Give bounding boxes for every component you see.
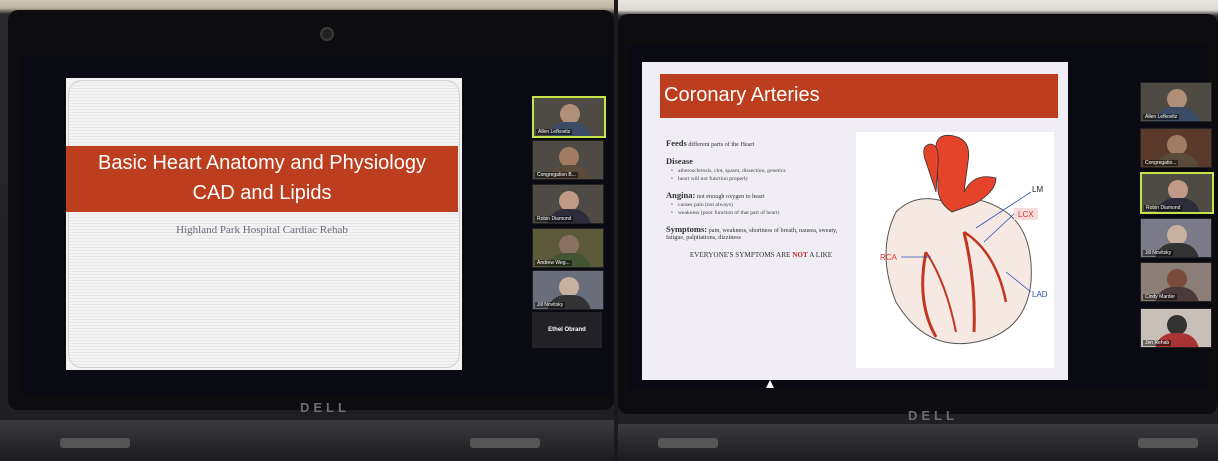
participant-tile[interactable]: Jen Rehab: [1140, 308, 1212, 348]
feeds-text: different parts of the Heart: [686, 141, 755, 148]
participant-name: Cindy Marder: [1143, 294, 1178, 300]
participant-tile[interactable]: Cindy Marder: [1140, 262, 1212, 302]
participant-tile[interactable]: Congregation B...: [532, 140, 604, 180]
slide-left: Basic Heart Anatomy and Physiology CAD a…: [66, 78, 462, 370]
slide-title-banner: Basic Heart Anatomy and Physiology CAD a…: [66, 146, 458, 212]
participant-name: Allen Lefkovitz: [536, 129, 573, 135]
mouse-cursor-icon: [766, 380, 774, 388]
disease-bullet: heart will not function properly: [671, 176, 856, 182]
participant-tile[interactable]: Robin Diamond: [1140, 172, 1214, 214]
participant-tile[interactable]: Jill Novitsky: [532, 270, 604, 310]
slide-text-column: Feeds different parts of the Heart Disea…: [666, 138, 856, 259]
angina-text: not enough oxygen to heart: [695, 193, 765, 200]
laptop-screen: Basic Heart Anatomy and Physiology CAD a…: [22, 56, 612, 394]
participant-tile[interactable]: Allen Lefkovitz: [532, 96, 606, 138]
participant-name: Allen Lefkovitz: [1143, 114, 1180, 120]
participant-tile[interactable]: Robin Diamond: [532, 184, 604, 224]
participant-name: Congregation B...: [535, 172, 578, 178]
heart-illustration: LM LCX RCA LAD: [856, 132, 1054, 368]
angina-bullet: weakness (poor function of that part of …: [671, 210, 856, 216]
participant-name: Jill Novitsky: [1143, 250, 1174, 256]
photo-right: Coronary Arteries Feeds different parts …: [618, 0, 1218, 461]
disease-bullet: atherosclerosis, clot, spasm, dissection…: [671, 168, 856, 174]
angina-bullet: causes pain (not always): [671, 202, 856, 208]
participant-name: Jen Rehab: [1143, 340, 1172, 346]
participant-name: Congregatio...: [1143, 160, 1179, 166]
dell-logo: DELL: [300, 400, 350, 415]
participant-tile[interactable]: Andrew Weg...: [532, 228, 604, 268]
slide-subtitle: Highland Park Hospital Cardiac Rehab: [176, 224, 348, 236]
slide-title: Coronary Arteries: [664, 84, 820, 106]
symptoms-heading: Symptoms:: [666, 224, 708, 234]
slide-right: Coronary Arteries Feeds different parts …: [642, 62, 1068, 380]
label-rca: RCA: [880, 253, 898, 262]
slide-title-line1: Basic Heart Anatomy and Physiology: [98, 152, 426, 174]
photo-left: Basic Heart Anatomy and Physiology CAD a…: [0, 0, 614, 461]
slide-title-banner: Coronary Arteries: [660, 74, 1058, 118]
disease-heading: Disease: [666, 156, 693, 166]
angina-heading: Angina:: [666, 190, 696, 200]
webcam: [320, 27, 334, 41]
participant-tile[interactable]: Jill Novitsky: [1140, 218, 1212, 258]
participant-name: Jill Novitsky: [535, 302, 566, 308]
participant-name: Robin Diamond: [535, 216, 574, 222]
participant-tile-no-video[interactable]: Ethel Obrand: [532, 312, 602, 348]
dell-logo: DELL: [908, 408, 958, 423]
everyone-note: EVERYONE'S SYMPTOMS ARE NOT A LIKE: [689, 251, 833, 259]
participant-name: Ethel Obrand: [548, 327, 586, 333]
participant-tile[interactable]: Congregatio...: [1140, 128, 1212, 168]
participant-name: Robin Diamond: [1144, 205, 1183, 211]
slide-title-line2: CAD and Lipids: [192, 182, 332, 204]
participant-name: Andrew Weg...: [535, 260, 572, 266]
laptop-screen: Coronary Arteries Feeds different parts …: [628, 44, 1214, 390]
participant-tile[interactable]: Allen Lefkovitz: [1140, 82, 1212, 122]
feeds-heading: Feeds: [666, 138, 687, 148]
label-lad: LAD: [1032, 290, 1048, 299]
label-lm: LM: [1032, 185, 1043, 194]
label-lcx: LCX: [1018, 210, 1034, 219]
